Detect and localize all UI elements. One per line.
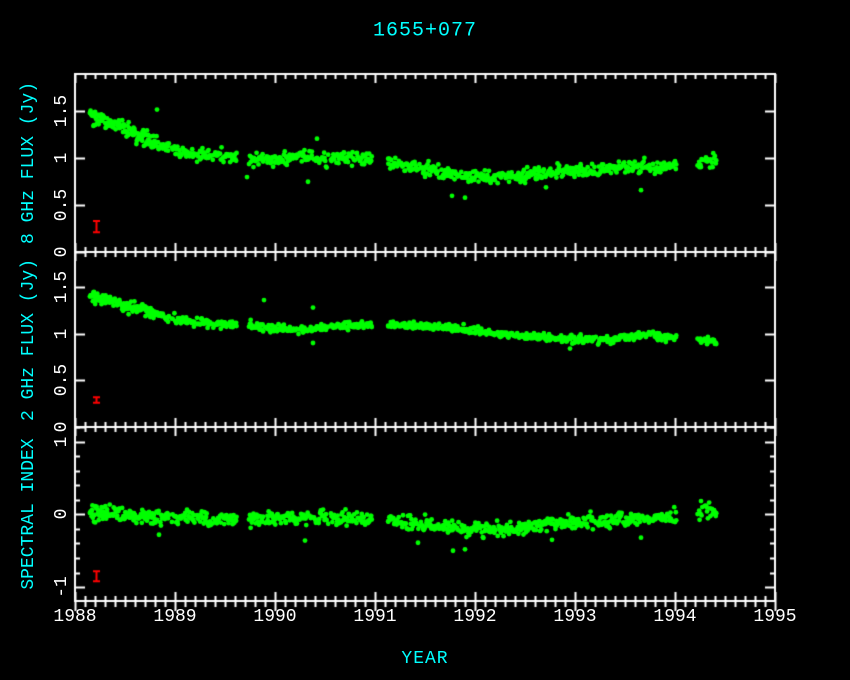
y-tick-label: 1	[52, 436, 72, 447]
y-tick-label: 1	[52, 328, 72, 339]
x-tick-label: 1990	[253, 607, 296, 627]
y-tick-label: 1.5	[52, 95, 72, 127]
x-tick-label: 1991	[353, 607, 396, 627]
x-tick-label: 1988	[53, 607, 96, 627]
x-axis-title: YEAR	[401, 649, 448, 669]
x-tick-label: 1994	[653, 607, 696, 627]
y-tick-label: 1	[52, 153, 72, 164]
x-tick-label: 1993	[553, 607, 596, 627]
y-tick-label: 1.5	[52, 271, 72, 303]
light-curve-canvas	[0, 0, 850, 680]
y-tick-label: 0	[52, 509, 72, 520]
y-tick-label: 0.5	[52, 364, 72, 396]
x-tick-label: 1989	[153, 607, 196, 627]
y-tick-label: 0	[52, 422, 72, 433]
y-tick-label: -1	[52, 576, 72, 598]
y-tick-label: 0.5	[52, 189, 72, 221]
light-curve-figure: 1655+077 8 GHz FLUX (Jy) 2 GHz FLUX (Jy)…	[0, 0, 850, 680]
y-axis-title-8ghz-flux: 8 GHz FLUX (Jy)	[19, 82, 39, 244]
y-axis-title-2ghz-flux: 2 GHz FLUX (Jy)	[19, 259, 39, 421]
y-axis-title-spectral-index: SPECTRAL INDEX	[19, 438, 39, 589]
x-tick-label: 1995	[753, 607, 796, 627]
y-tick-label: 0	[52, 247, 72, 258]
chart-title: 1655+077	[373, 20, 477, 43]
x-tick-label: 1992	[453, 607, 496, 627]
